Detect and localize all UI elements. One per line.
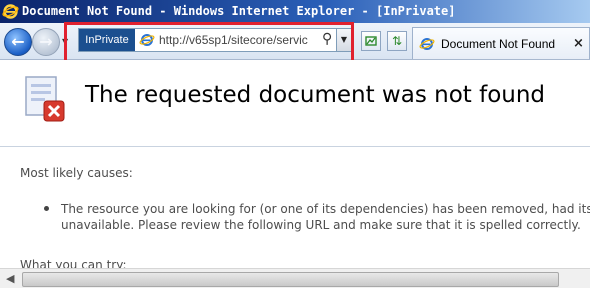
causes-label: Most likely causes: xyxy=(20,166,133,180)
back-button[interactable]: ← xyxy=(4,28,32,56)
compatibility-view-icon xyxy=(365,36,377,46)
tab-close-button[interactable]: × xyxy=(573,28,584,60)
scroll-left-icon[interactable]: ◀ xyxy=(6,272,14,285)
error-document-icon xyxy=(25,76,65,122)
forward-button[interactable]: → xyxy=(32,28,60,56)
refresh-icon: ⇅ xyxy=(391,34,403,48)
refresh-button[interactable]: ⇅ xyxy=(387,31,407,51)
tab-label: Document Not Found xyxy=(441,37,556,51)
window-title: Document Not Found - Windows Internet Ex… xyxy=(22,4,456,18)
page-icon xyxy=(419,38,435,50)
page-title: The requested document was not found xyxy=(85,82,546,108)
scrollbar-thumb[interactable] xyxy=(22,272,559,287)
window-titlebar: Document Not Found - Windows Internet Ex… xyxy=(0,0,590,23)
divider xyxy=(0,146,590,147)
page-content: The requested document was not found xyxy=(0,60,590,268)
cause-line-1: The resource you are looking for (or one… xyxy=(61,202,590,216)
ie-logo-icon xyxy=(2,4,19,19)
address-highlight-box xyxy=(64,22,354,63)
bullet-icon xyxy=(44,206,49,211)
back-arrow-icon: ← xyxy=(11,32,25,51)
horizontal-scrollbar[interactable]: ◀ xyxy=(0,268,590,288)
cause-text: The resource you are looking for (or one… xyxy=(61,201,590,233)
cause-line-2: unavailable. Please review the following… xyxy=(61,218,581,232)
compatibility-view-button[interactable] xyxy=(361,31,381,51)
tab-document-not-found[interactable]: Document Not Found × xyxy=(412,27,590,59)
forward-arrow-icon: → xyxy=(39,32,53,51)
